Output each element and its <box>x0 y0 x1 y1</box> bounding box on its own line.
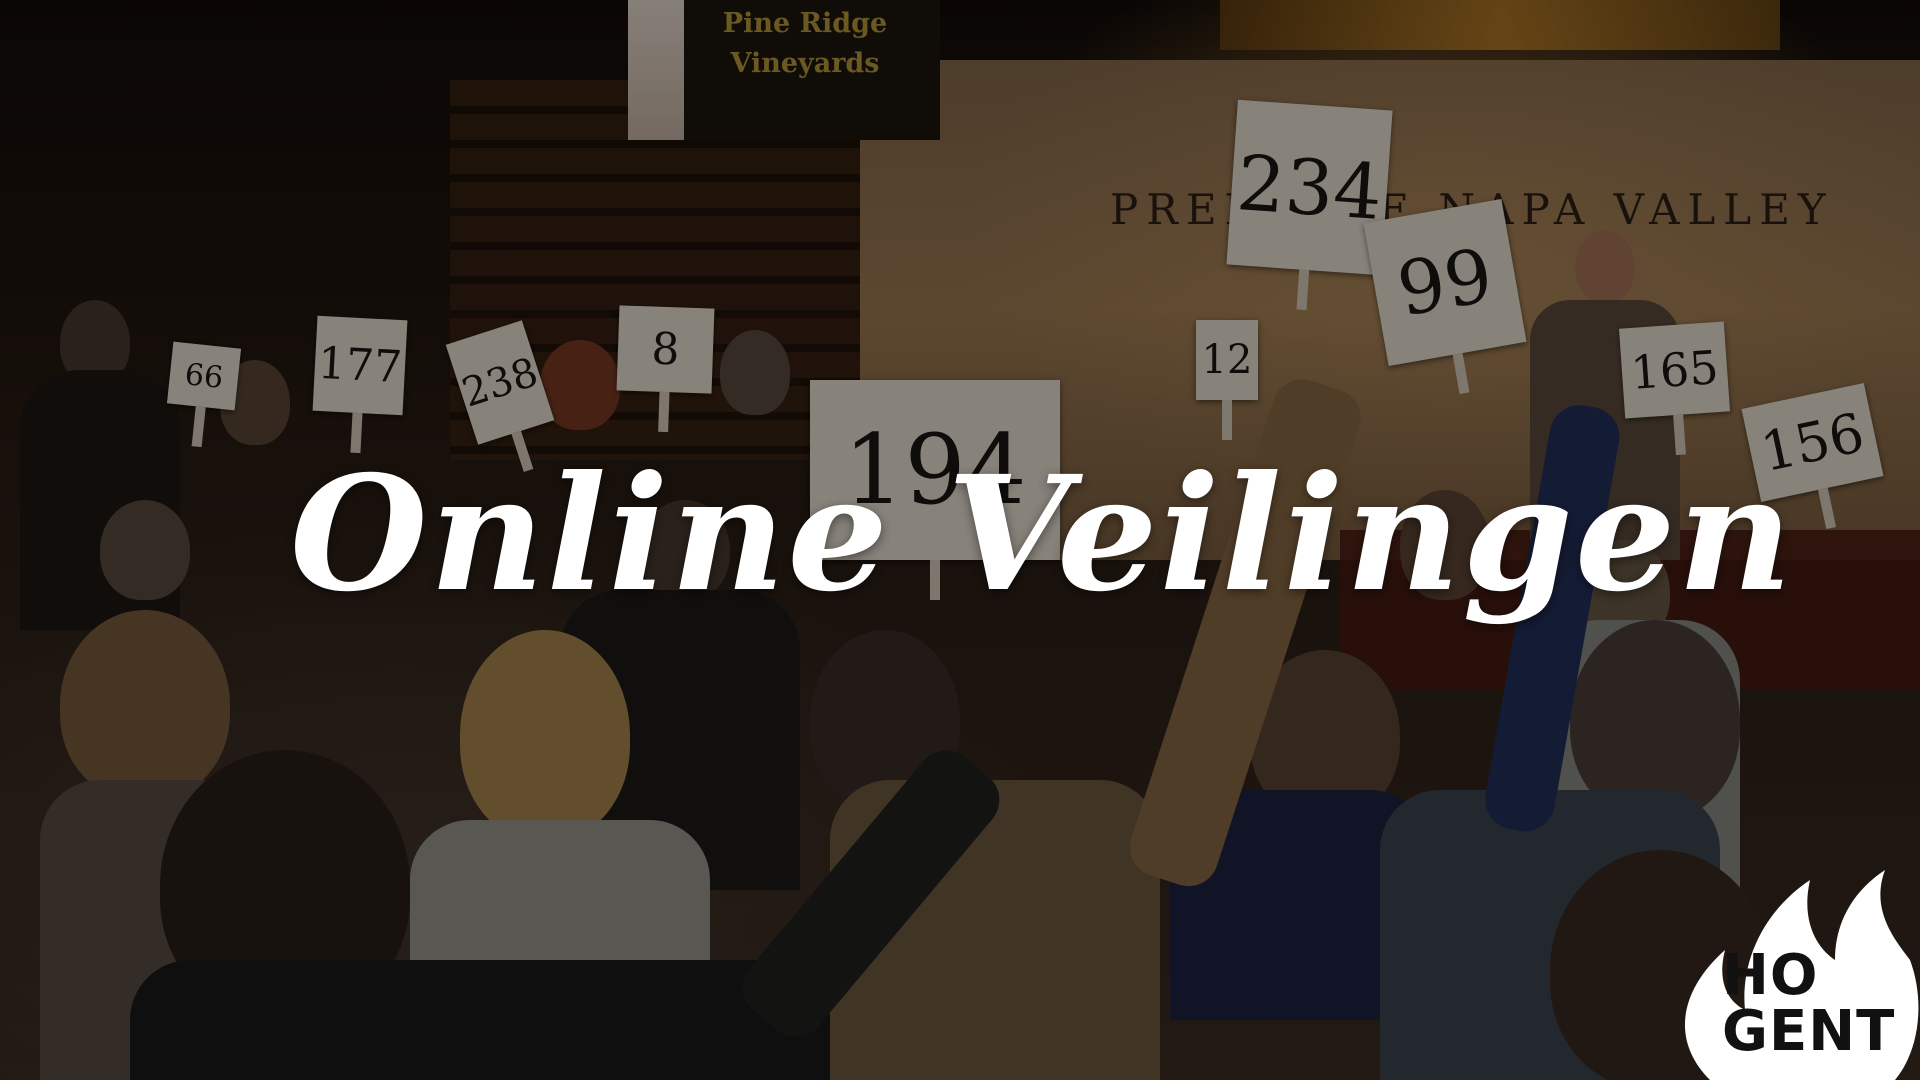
slide-title: Online Veilingen <box>290 442 1795 627</box>
logo-line-2: GENT <box>1722 999 1896 1064</box>
logo-line-1: HO <box>1722 943 1819 1008</box>
hogent-logo-text: HO GENT <box>1722 948 1920 1060</box>
